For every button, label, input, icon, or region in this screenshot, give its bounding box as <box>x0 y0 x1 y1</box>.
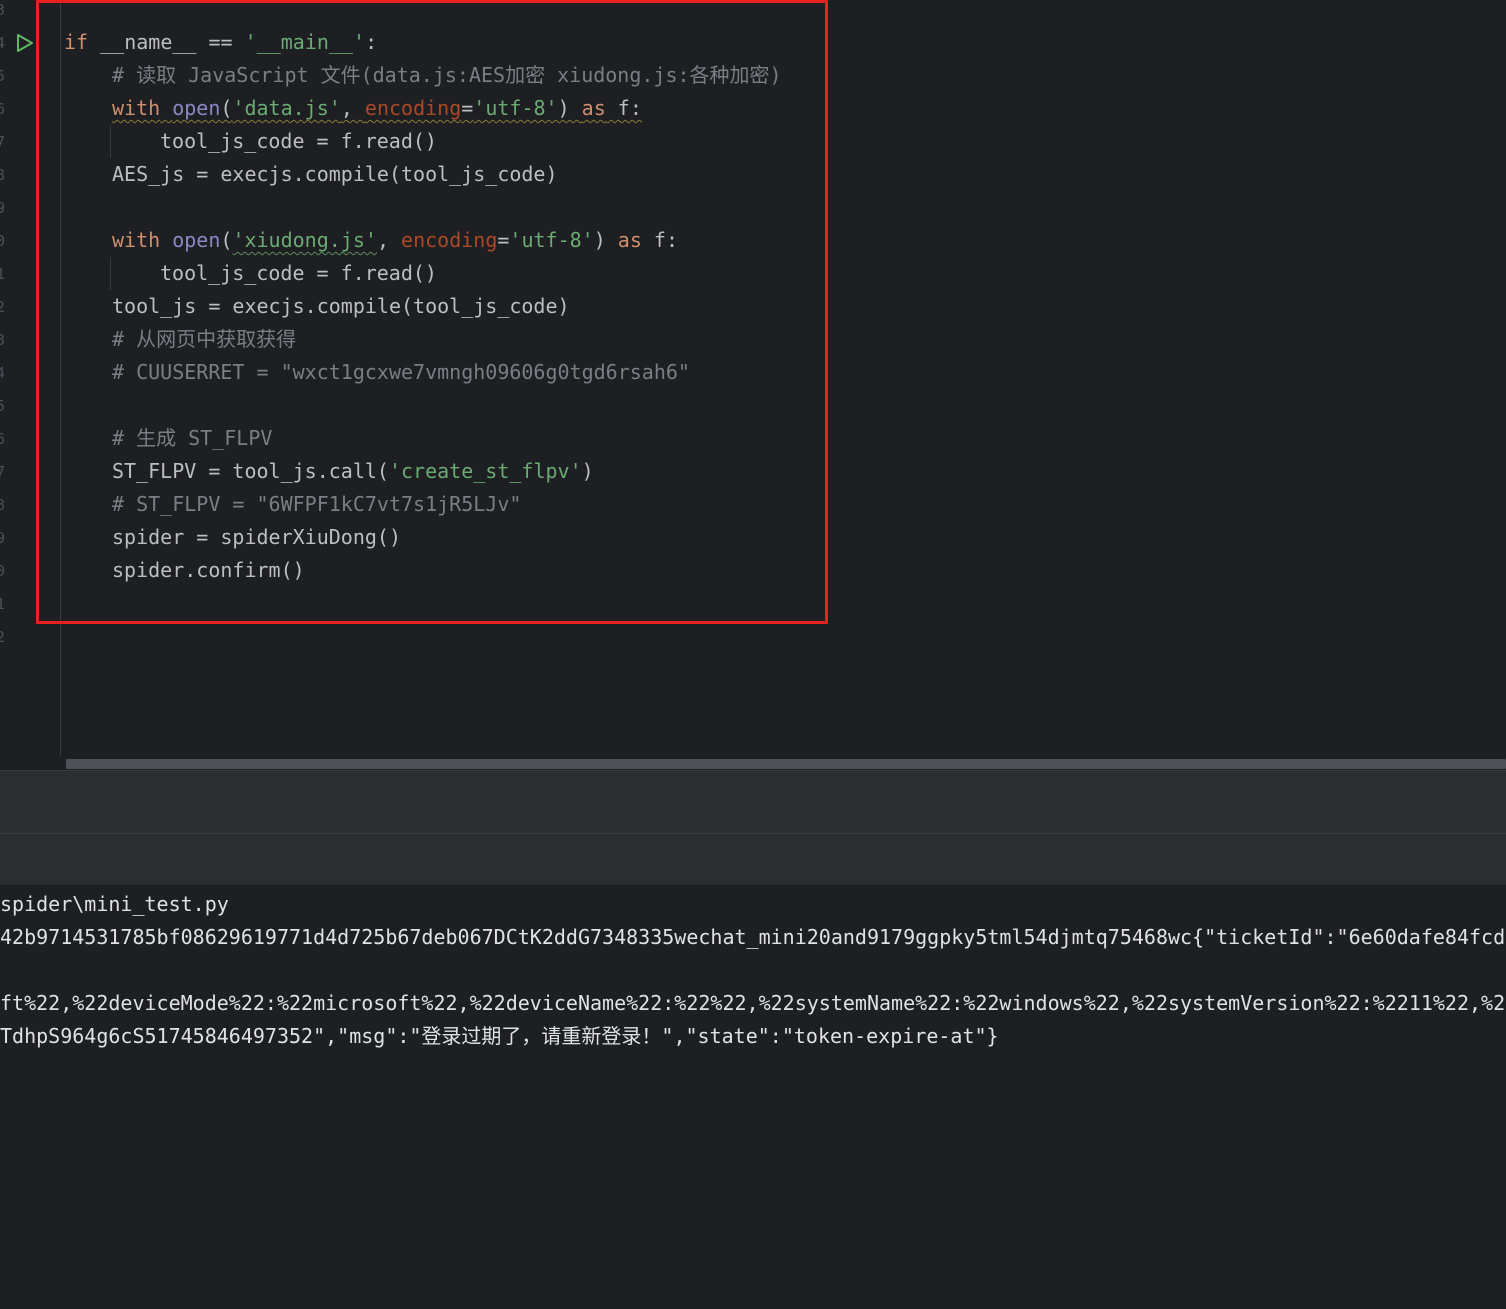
line-number: 4 <box>0 364 6 382</box>
line-number: 0 <box>0 232 6 250</box>
line-number: 7 <box>0 133 6 151</box>
line-number: 4 <box>0 34 6 52</box>
line-number: 0 <box>0 562 6 580</box>
red-highlight-box <box>36 0 828 624</box>
line-number: 5 <box>0 67 6 85</box>
console-line: 42b9714531785bf08629619771d4d725b67deb06… <box>0 925 1506 949</box>
line-number: 1 <box>0 595 6 613</box>
line-number: 3 <box>0 331 6 349</box>
code-editor[interactable]: 3 4 5 6 7 8 9 0 1 2 3 4 5 6 7 8 9 0 1 2 … <box>0 0 1506 770</box>
console-line: TdhpS964g6cS51745846497352","msg":"登录过期了… <box>0 1024 999 1048</box>
run-console[interactable]: spider\mini_test.py 42b9714531785bf08629… <box>0 885 1506 1309</box>
line-number: 5 <box>0 397 6 415</box>
run-tab-bar <box>0 834 1506 885</box>
run-play-icon[interactable] <box>15 33 35 53</box>
horizontal-scrollbar-thumb[interactable] <box>66 759 1506 769</box>
line-number: 2 <box>0 298 6 316</box>
line-number: 9 <box>0 199 6 217</box>
line-number: 8 <box>0 166 6 184</box>
line-number: 7 <box>0 463 6 481</box>
line-number: 8 <box>0 496 6 514</box>
line-number: 9 <box>0 529 6 547</box>
console-line: spider\mini_test.py <box>0 892 229 916</box>
line-number: 6 <box>0 100 6 118</box>
line-number: 3 <box>0 1 6 19</box>
line-number: 2 <box>0 628 6 646</box>
line-number: 1 <box>0 265 6 283</box>
line-number: 6 <box>0 430 6 448</box>
console-line: ft%22,%22deviceMode%22:%22microsoft%22,%… <box>0 991 1506 1015</box>
tool-window-header <box>0 770 1506 834</box>
